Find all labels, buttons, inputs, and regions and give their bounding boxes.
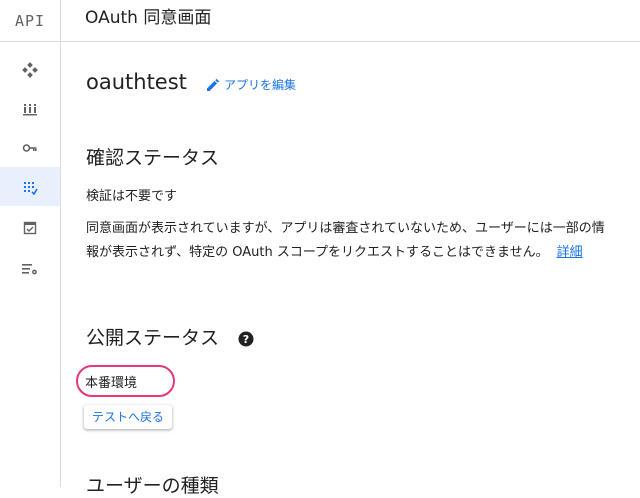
key-icon — [22, 143, 37, 152]
sidebar — [0, 42, 61, 487]
sidebar-item-dashboard[interactable] — [0, 50, 60, 89]
top-bar: API OAuth 同意画面 — [0, 0, 640, 42]
svg-text:?: ? — [243, 333, 249, 346]
sidebar-item-credentials[interactable] — [0, 128, 60, 167]
user-type-title: ユーザーの種類 — [86, 475, 219, 497]
verification-description-text: 同意画面が表示されていますが、アプリは審査されていないため、ユーザーには一部の情… — [86, 221, 605, 260]
verification-status-text: 検証は不要です — [86, 189, 178, 204]
main-content: oauthtest アプリを編集 確認ステータス 検証は不要です 同意画面が表示… — [61, 42, 640, 497]
help-icon[interactable]: ? — [238, 331, 254, 347]
page-title: OAuth 同意画面 — [85, 8, 212, 28]
publishing-status-title: 公開ステータス — [86, 327, 220, 349]
back-to-testing-button[interactable]: テストへ戻る — [84, 405, 173, 429]
oauth-consent-icon — [24, 181, 38, 195]
publishing-status-text: 本番環境 — [85, 376, 138, 391]
library-icon — [23, 103, 37, 115]
settings-list-icon — [22, 263, 37, 274]
dashboard-icon — [22, 61, 38, 78]
sidebar-item-oauth-consent[interactable] — [0, 167, 60, 206]
verification-status-title: 確認ステータス — [86, 147, 220, 169]
domain-verification-icon — [23, 221, 37, 234]
api-logo[interactable]: API — [0, 0, 60, 41]
app-name: oauthtest — [86, 70, 187, 94]
sidebar-item-domain-verification[interactable] — [0, 208, 60, 247]
verification-description: 同意画面が表示されていますが、アプリは審査されていないため、ユーザーには一部の情… — [86, 217, 606, 265]
edit-app-label: アプリを編集 — [224, 78, 297, 92]
pencil-icon — [207, 78, 220, 91]
sidebar-item-page-usage-agreements[interactable] — [0, 249, 60, 288]
edit-app-link[interactable]: アプリを編集 — [206, 76, 296, 93]
learn-more-link[interactable]: 詳細 — [557, 245, 583, 260]
top-bar-divider — [60, 0, 61, 41]
sidebar-item-library[interactable] — [0, 89, 60, 128]
